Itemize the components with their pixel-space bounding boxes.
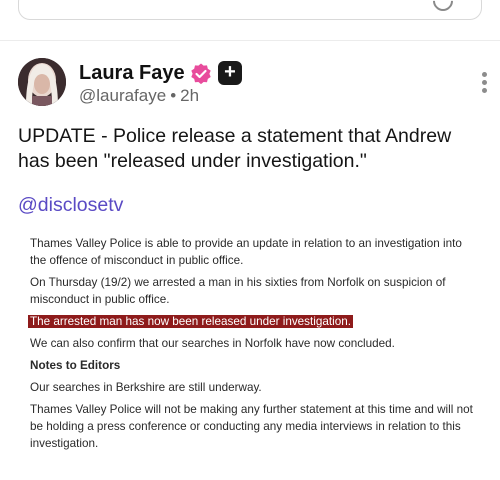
statement-paragraph: Thames Valley Police is able to provide …: [30, 237, 462, 267]
avatar[interactable]: [18, 58, 66, 106]
statement-paragraph: On Thursday (19/2) we arrested a man in …: [30, 276, 446, 306]
more-vertical-icon[interactable]: [480, 72, 488, 96]
separator-dot: •: [170, 86, 177, 105]
notes-heading: Notes to Editors: [30, 359, 121, 372]
mention-link[interactable]: @disclosetv: [18, 194, 123, 217]
avatar-image-icon: [18, 58, 66, 106]
handle-row: @laurafaye • 2h: [79, 86, 199, 106]
statement-paragraph: Thames Valley Police will not be making …: [30, 403, 473, 450]
author-handle[interactable]: @laurafaye: [79, 86, 166, 105]
statement-paragraph: Our searches in Berkshire are still unde…: [30, 381, 262, 394]
author-name[interactable]: Laura Faye: [79, 62, 185, 85]
post-header: Laura Faye + @laurafaye • 2h: [18, 58, 488, 108]
plus-subscription-icon: +: [218, 61, 242, 85]
verified-badge-icon: [191, 63, 211, 85]
highlighted-statement: The arrested man has now been released u…: [28, 315, 353, 328]
post-time: 2h: [180, 86, 200, 105]
post-text: UPDATE - Police release a statement that…: [18, 125, 452, 172]
refresh-icon[interactable]: [428, 0, 458, 16]
divider: [0, 40, 500, 41]
statement-image[interactable]: Thames Valley Police is able to provide …: [28, 235, 480, 457]
statement-paragraph: We can also confirm that our searches in…: [30, 337, 395, 350]
previous-post-card[interactable]: [18, 0, 482, 20]
